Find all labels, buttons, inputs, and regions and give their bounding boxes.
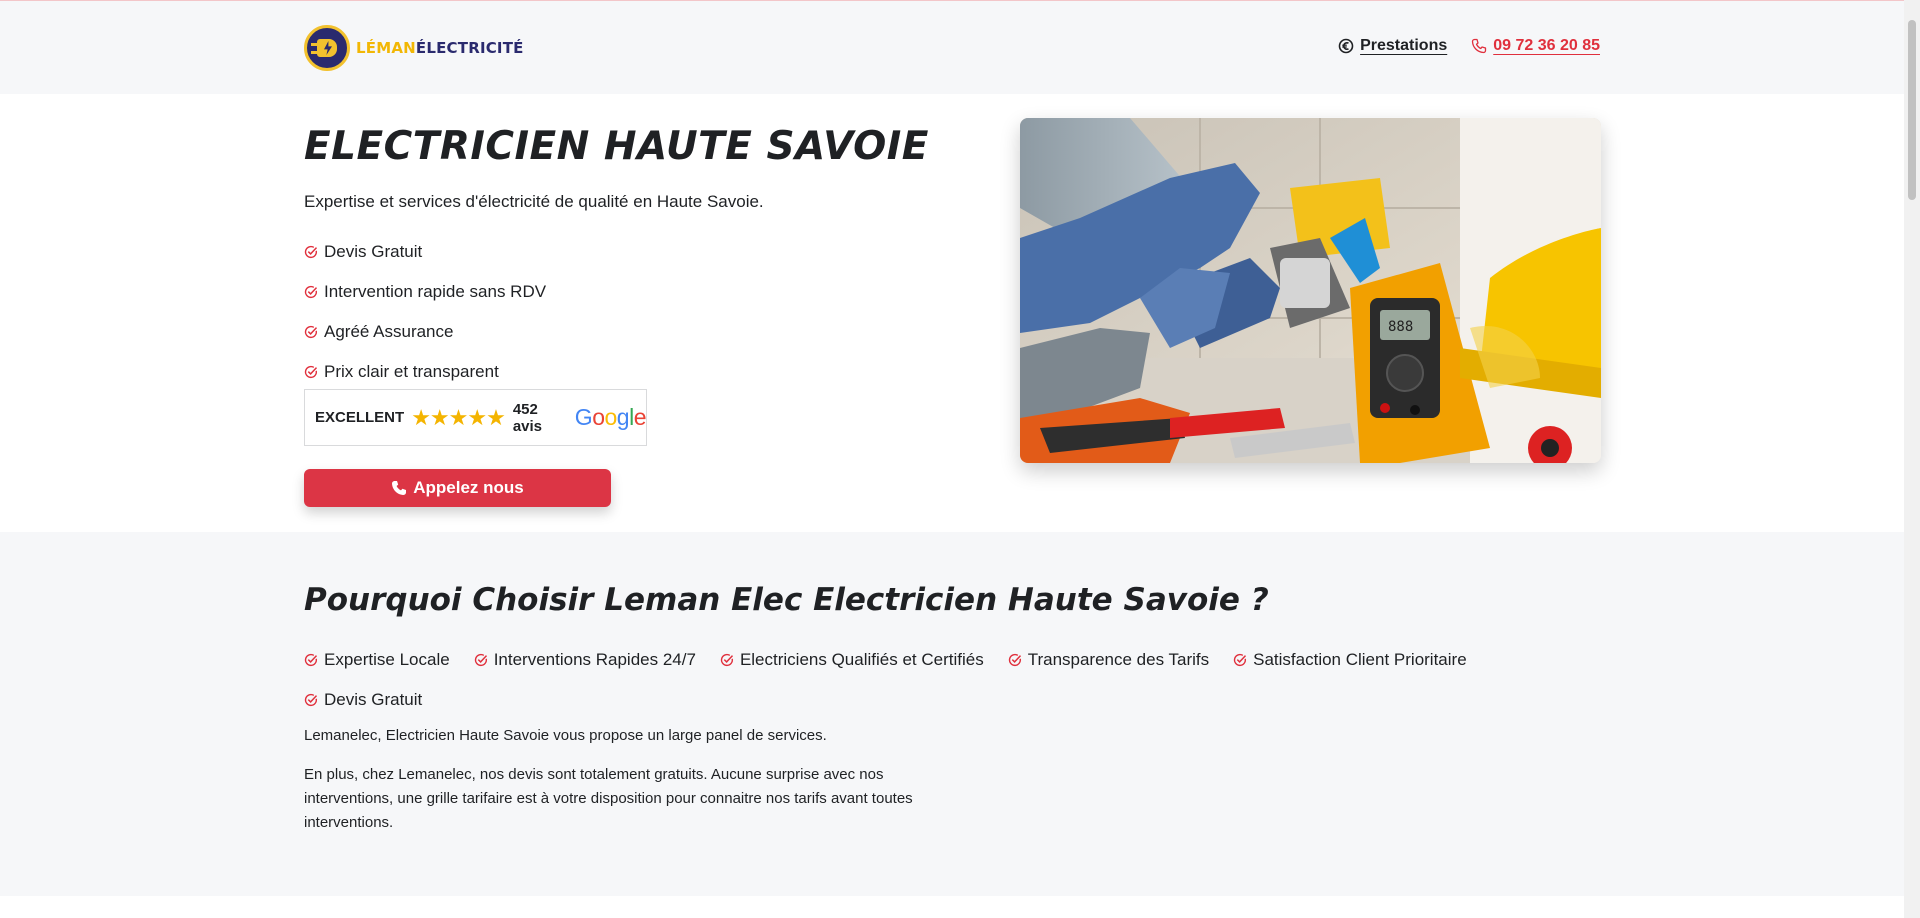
- hero-check-item: Prix clair et transparent: [304, 352, 546, 392]
- review-stars: ★★★★★: [411, 404, 506, 430]
- site-logo[interactable]: LÉMANÉLECTRICITÉ: [304, 25, 524, 71]
- why-check-item: Satisfaction Client Prioritaire: [1233, 640, 1467, 680]
- hero-title: ELECTRICIEN HAUTE SAVOIE: [304, 124, 929, 169]
- header-nav: Prestations 09 72 36 20 85: [1338, 37, 1600, 55]
- logo-text-leman: LÉMAN: [356, 39, 416, 57]
- check-circle-icon: [1233, 653, 1247, 667]
- call-us-button[interactable]: Appelez nous: [304, 469, 611, 507]
- why-check-label: Devis Gratuit: [324, 690, 423, 709]
- phone-icon: [1472, 38, 1487, 54]
- review-label: EXCELLENT: [315, 409, 405, 426]
- hero-check-label: Devis Gratuit: [324, 242, 423, 261]
- why-check-label: Satisfaction Client Prioritaire: [1253, 650, 1467, 669]
- svg-text:888: 888: [1388, 319, 1413, 335]
- why-check-item: Devis Gratuit: [304, 680, 422, 720]
- review-count: 452 avis: [512, 400, 543, 435]
- logo-wordmark: LÉMANÉLECTRICITÉ: [356, 39, 524, 57]
- why-check-item: Expertise Locale: [304, 640, 450, 680]
- check-circle-icon: [720, 653, 733, 667]
- check-circle-icon: [304, 653, 318, 667]
- hero-check-label: Prix clair et transparent: [324, 362, 499, 381]
- hero-section: ELECTRICIEN HAUTE SAVOIE Expertise et se…: [0, 94, 1904, 532]
- why-check-item: Electriciens Qualifiés et Certifiés: [720, 640, 984, 680]
- call-us-label: Appelez nous: [413, 478, 524, 497]
- why-check-label: Electriciens Qualifiés et Certifiés: [739, 650, 984, 669]
- electrician-illustration: 888: [1020, 118, 1601, 463]
- check-circle-icon: [304, 285, 318, 299]
- phone-handset-icon: [392, 481, 407, 495]
- hero-check-item: Agréé Assurance: [304, 312, 546, 352]
- scrollbar-thumb[interactable]: [1908, 20, 1916, 200]
- why-checklist: Expertise Locale Interventions Rapides 2…: [304, 640, 1604, 720]
- hero-check-item: Devis Gratuit: [304, 232, 546, 272]
- why-check-label: Interventions Rapides 24/7: [493, 650, 696, 669]
- google-review-badge[interactable]: EXCELLENT ★★★★★ 452 avis Google: [304, 389, 647, 446]
- site-header: LÉMANÉLECTRICITÉ Prestations 09 72 36 20…: [0, 1, 1904, 94]
- why-check-item: Interventions Rapides 24/7: [474, 640, 696, 680]
- hero-check-item: Intervention rapide sans RDV: [304, 272, 546, 312]
- check-circle-icon: [304, 245, 318, 259]
- check-circle-icon: [304, 693, 318, 707]
- hero-checklist: Devis Gratuit Intervention rapide sans R…: [304, 232, 546, 392]
- next-section-edge: [0, 896, 1904, 918]
- why-title: Pourquoi Choisir Leman Elec Electricien …: [304, 582, 1269, 618]
- google-logo: Google: [574, 404, 647, 430]
- why-paragraph-2: En plus, chez Lemanelec, nos devis sont …: [304, 766, 913, 831]
- hero-check-label: Intervention rapide sans RDV: [324, 282, 547, 301]
- hero-subtitle: Expertise et services d'électricité de q…: [304, 192, 764, 211]
- why-paragraph-1: Lemanelec, Electricien Haute Savoie vous…: [304, 727, 827, 744]
- nav-phone-link[interactable]: 09 72 36 20 85: [1471, 37, 1600, 55]
- hero-image-electrician: 888: [1020, 118, 1601, 463]
- logo-text-electricite: ÉLECTRICITÉ: [415, 39, 524, 57]
- check-circle-icon: [304, 365, 318, 379]
- hero-check-label: Agréé Assurance: [324, 322, 454, 341]
- check-circle-icon: [474, 653, 487, 667]
- plug-logo-icon: [304, 25, 350, 71]
- euro-icon: [1338, 38, 1354, 54]
- nav-prestations-link[interactable]: Prestations: [1338, 37, 1447, 55]
- nav-phone-label: 09 72 36 20 85: [1493, 37, 1600, 54]
- check-circle-icon: [304, 325, 318, 339]
- why-check-label: Transparence des Tarifs: [1027, 650, 1210, 669]
- check-circle-icon: [1008, 653, 1021, 667]
- why-check-label: Expertise Locale: [324, 650, 450, 669]
- why-check-item: Transparence des Tarifs: [1008, 640, 1209, 680]
- nav-prestations-label: Prestations: [1360, 37, 1448, 54]
- why-choose-section: Pourquoi Choisir Leman Elec Electricien …: [0, 532, 1904, 896]
- page-scrollbar[interactable]: [1904, 0, 1920, 918]
